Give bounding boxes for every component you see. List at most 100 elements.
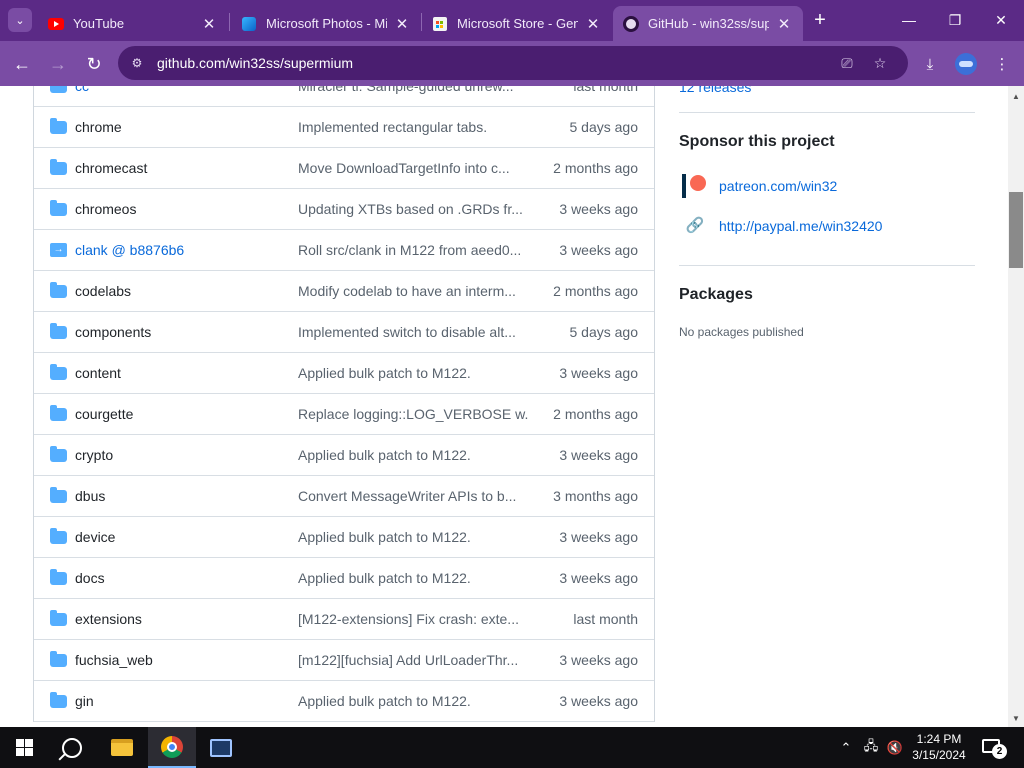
- commit-message[interactable]: Applied bulk patch to M122.: [298, 570, 528, 586]
- file-name[interactable]: codelabs: [75, 283, 131, 299]
- tab-search-button[interactable]: ⌄: [8, 8, 32, 32]
- volume-muted-icon[interactable]: 🔇: [884, 727, 906, 768]
- commit-message[interactable]: [m122][fuchsia] Add UrlLoaderThr...: [298, 652, 528, 668]
- tab-microsoft-photos[interactable]: Microsoft Photos - Mic ✕: [231, 6, 421, 41]
- file-name[interactable]: chromeos: [75, 201, 136, 217]
- file-name[interactable]: dbus: [75, 488, 105, 504]
- close-icon[interactable]: ✕: [393, 15, 411, 33]
- site-info-icon[interactable]: ⚙: [128, 54, 146, 72]
- releases-link[interactable]: 12 releases: [679, 86, 751, 95]
- patreon-icon: [682, 174, 708, 198]
- commit-message[interactable]: Modify codelab to have an interm...: [298, 283, 528, 299]
- commit-message[interactable]: Updating XTBs based on .GRDs fr...: [298, 201, 528, 217]
- restore-button[interactable]: ❐: [932, 0, 978, 40]
- file-name[interactable]: components: [75, 324, 151, 340]
- commit-date: 3 weeks ago: [559, 570, 638, 586]
- table-row[interactable]: courgette Replace logging::LOG_VERBOSE w…: [34, 394, 654, 435]
- table-row[interactable]: codelabs Modify codelab to have an inter…: [34, 271, 654, 312]
- commit-message[interactable]: Roll src/clank in M122 from aeed0...: [298, 242, 528, 258]
- back-button[interactable]: ←: [7, 49, 37, 79]
- url-text[interactable]: github.com/win32ss/supermium: [157, 55, 353, 71]
- file-name[interactable]: crypto: [75, 447, 113, 463]
- address-bar[interactable]: ⚙ github.com/win32ss/supermium ⎚ ☆: [118, 46, 908, 80]
- table-row[interactable]: chromeos Updating XTBs based on .GRDs fr…: [34, 189, 654, 230]
- table-row[interactable]: cc Miracler tl: Sample-guided unrew... l…: [34, 86, 654, 107]
- tab-microsoft-store[interactable]: Microsoft Store - Gene ✕: [422, 6, 612, 41]
- table-row[interactable]: dbus Convert MessageWriter APIs to b... …: [34, 476, 654, 517]
- packages-heading[interactable]: Packages: [679, 286, 753, 304]
- table-row[interactable]: chrome Implemented rectangular tabs. 5 d…: [34, 107, 654, 148]
- commit-date: last month: [573, 86, 638, 94]
- file-name[interactable]: device: [75, 529, 115, 545]
- divider: [679, 112, 975, 113]
- commit-message[interactable]: Applied bulk patch to M122.: [298, 529, 528, 545]
- close-icon[interactable]: ✕: [775, 15, 793, 33]
- network-icon[interactable]: 🖧: [860, 727, 882, 768]
- close-icon[interactable]: ✕: [584, 15, 602, 33]
- download-icon[interactable]: ⤓: [917, 51, 943, 77]
- taskbar-file-explorer[interactable]: [98, 727, 146, 768]
- commit-message[interactable]: Move DownloadTargetInfo into c...: [298, 160, 528, 176]
- file-name[interactable]: gin: [75, 693, 94, 709]
- tab-title: Microsoft Photos - Mic: [266, 16, 387, 31]
- taskbar-search-button[interactable]: [48, 727, 96, 768]
- table-row[interactable]: extensions [M122-extensions] Fix crash: …: [34, 599, 654, 640]
- file-name[interactable]: courgette: [75, 406, 133, 422]
- file-name[interactable]: chromecast: [75, 160, 147, 176]
- table-row[interactable]: components Implemented switch to disable…: [34, 312, 654, 353]
- start-button[interactable]: [0, 727, 48, 768]
- taskbar-chrome[interactable]: [148, 727, 196, 768]
- patreon-link[interactable]: patreon.com/win32: [719, 178, 837, 194]
- table-row[interactable]: fuchsia_web [m122][fuchsia] Add UrlLoade…: [34, 640, 654, 681]
- table-row[interactable]: gin Applied bulk patch to M122. 3 weeks …: [34, 681, 654, 722]
- commit-message[interactable]: Replace logging::LOG_VERBOSE w...: [298, 406, 528, 422]
- minimize-button[interactable]: —: [886, 0, 932, 40]
- commit-message[interactable]: Convert MessageWriter APIs to b...: [298, 488, 528, 504]
- tab-youtube[interactable]: YouTube ✕: [38, 6, 228, 41]
- file-name[interactable]: fuchsia_web: [75, 652, 153, 668]
- commit-message[interactable]: Implemented rectangular tabs.: [298, 119, 528, 135]
- notification-center-button[interactable]: 2: [982, 736, 1007, 759]
- reload-button[interactable]: ↻: [79, 49, 109, 79]
- folder-icon: [50, 86, 67, 93]
- commit-message[interactable]: Implemented switch to disable alt...: [298, 324, 528, 340]
- profile-avatar[interactable]: [955, 53, 977, 75]
- scroll-up-icon[interactable]: ▲: [1008, 88, 1024, 104]
- table-row[interactable]: content Applied bulk patch to M122. 3 we…: [34, 353, 654, 394]
- page-scrollbar[interactable]: ▲ ▼: [1008, 86, 1024, 727]
- table-row[interactable]: chromecast Move DownloadTargetInfo into …: [34, 148, 654, 189]
- bookmark-star-icon[interactable]: ☆: [870, 53, 890, 73]
- close-icon[interactable]: ✕: [200, 15, 218, 33]
- install-app-icon[interactable]: ⎚: [837, 53, 857, 73]
- commit-message[interactable]: Miracler tl: Sample-guided unrew...: [298, 86, 528, 94]
- new-tab-button[interactable]: +: [808, 8, 832, 32]
- tab-github[interactable]: GitHub - win32ss/supe ✕: [613, 6, 803, 41]
- file-name[interactable]: extensions: [75, 611, 142, 627]
- file-name[interactable]: cc: [75, 86, 89, 94]
- taskbar-clipchamp[interactable]: [197, 727, 245, 768]
- file-name[interactable]: clank @ b8876b6: [75, 242, 184, 258]
- file-name[interactable]: content: [75, 365, 121, 381]
- sponsor-heading: Sponsor this project: [679, 133, 835, 150]
- scrollbar-thumb[interactable]: [1009, 192, 1023, 268]
- taskbar-clock[interactable]: 1:24 PM 3/15/2024: [906, 731, 972, 763]
- table-row[interactable]: docs Applied bulk patch to M122. 3 weeks…: [34, 558, 654, 599]
- file-name[interactable]: docs: [75, 570, 105, 586]
- table-row[interactable]: crypto Applied bulk patch to M122. 3 wee…: [34, 435, 654, 476]
- paypal-link[interactable]: http://paypal.me/win32420: [719, 218, 882, 234]
- menu-kebab-icon[interactable]: ⋮: [989, 51, 1015, 77]
- forward-button[interactable]: →: [43, 49, 73, 79]
- commit-message[interactable]: Applied bulk patch to M122.: [298, 447, 528, 463]
- table-row[interactable]: device Applied bulk patch to M122. 3 wee…: [34, 517, 654, 558]
- commit-message[interactable]: Applied bulk patch to M122.: [298, 365, 528, 381]
- table-row[interactable]: → clank @ b8876b6 Roll src/clank in M122…: [34, 230, 654, 271]
- restore-icon: ❐: [948, 11, 962, 28]
- taskbar: ⌃ 🖧 🔇 1:24 PM 3/15/2024 2: [0, 727, 1024, 768]
- file-name[interactable]: chrome: [75, 119, 122, 135]
- commit-message[interactable]: [M122-extensions] Fix crash: exte...: [298, 611, 528, 627]
- commit-message[interactable]: Applied bulk patch to M122.: [298, 693, 528, 709]
- clock-time: 1:24 PM: [916, 732, 962, 746]
- tray-chevron-up-icon[interactable]: ⌃: [836, 727, 856, 768]
- close-window-button[interactable]: ✕: [978, 0, 1024, 40]
- scroll-down-icon[interactable]: ▼: [1008, 710, 1024, 726]
